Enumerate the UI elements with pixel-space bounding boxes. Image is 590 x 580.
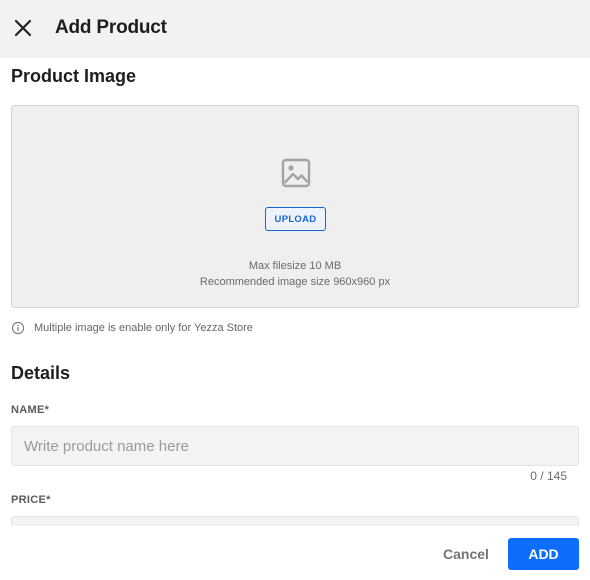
dialog-header: Add Product	[0, 0, 590, 58]
upload-button[interactable]: UPLOAD	[265, 207, 326, 231]
name-char-count: 0 / 145	[530, 469, 567, 483]
info-text: Multiple image is enable only for Yezza …	[34, 322, 253, 334]
name-label: NAME*	[11, 404, 50, 416]
dialog-footer: Cancel ADD	[0, 526, 590, 580]
recommended-size-text: Recommended image size 960x960 px	[199, 276, 391, 288]
details-title: Details	[11, 363, 71, 383]
max-filesize-text: Max filesize 10 MB	[248, 260, 342, 272]
info-icon	[11, 321, 25, 335]
image-upload-area[interactable]: UPLOAD Max filesize 10 MB Recommended im…	[11, 105, 579, 308]
price-label: PRICE*	[11, 494, 51, 506]
cancel-button[interactable]: Cancel	[436, 544, 496, 564]
multiple-image-info: Multiple image is enable only for Yezza …	[11, 321, 253, 335]
close-button[interactable]	[12, 17, 34, 39]
close-icon	[14, 19, 32, 37]
add-button[interactable]: ADD	[508, 538, 579, 570]
product-name-input[interactable]	[11, 426, 579, 466]
image-icon	[281, 158, 311, 188]
product-image-title: Product Image	[11, 66, 137, 86]
dialog-title: Add Product	[55, 17, 167, 38]
